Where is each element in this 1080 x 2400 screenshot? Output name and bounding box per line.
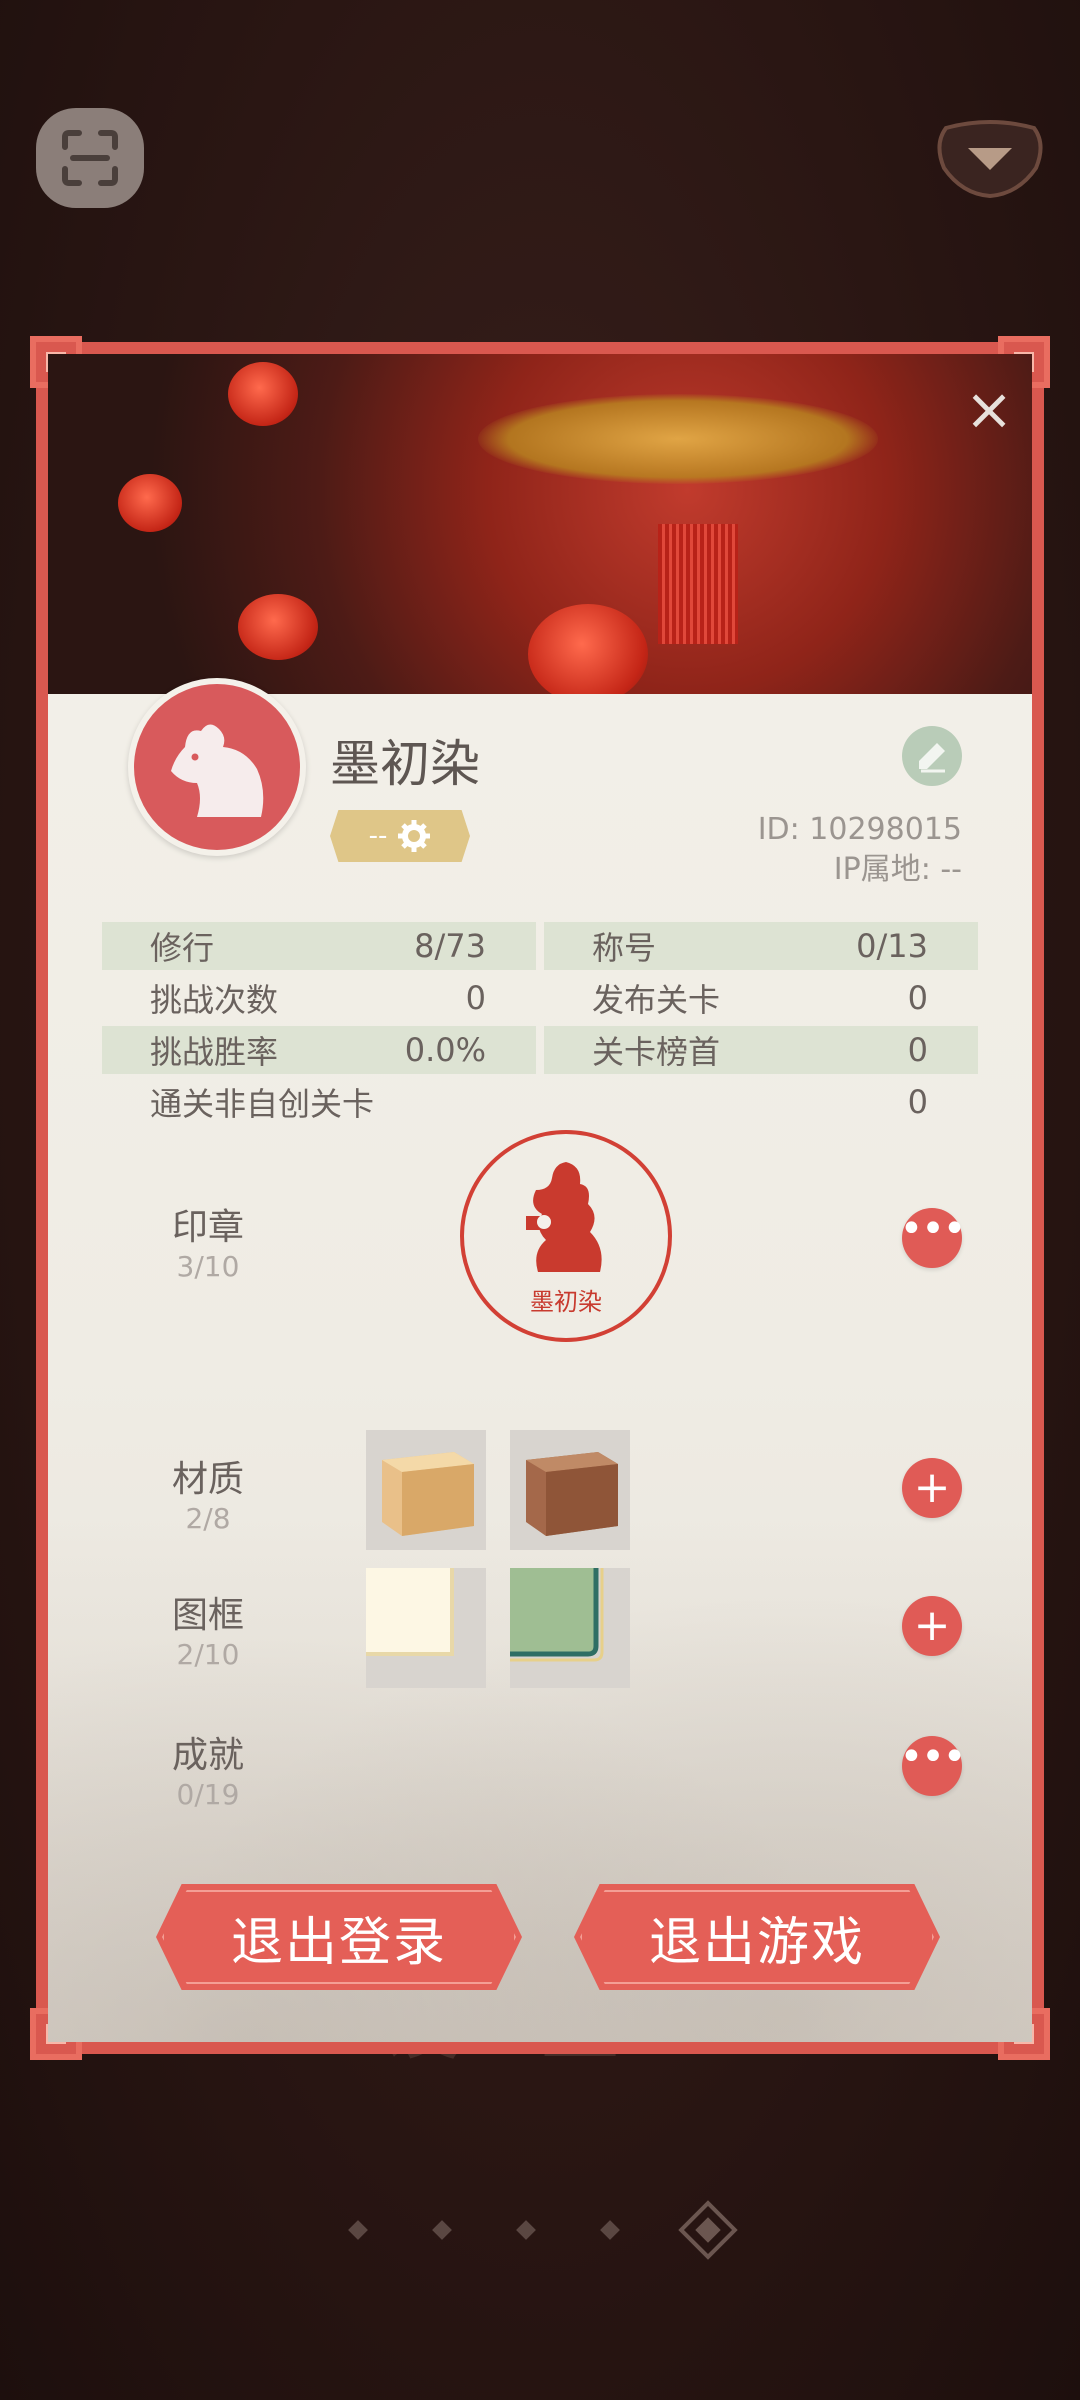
section-title: 图框 [171,1595,244,1636]
stat-value: 0 [465,979,486,1017]
seal-icon [526,1161,602,1272]
material-tile-dark-wood[interactable] [510,1430,630,1550]
stat-value: 0.0% [404,1031,486,1069]
seal-section-label: 印章 3/10 [158,1206,258,1284]
id-info: ID: 10298015 IP属地: -- [758,810,962,890]
more-icon: ••• [899,1206,967,1252]
section-count: 2/8 [185,1502,231,1535]
player-id: ID: 10298015 [757,812,962,847]
frame-add-button[interactable]: + [902,1596,962,1656]
pencil-icon [919,743,945,773]
stat-label: 关卡榜首 [592,1033,721,1071]
stat-label: 挑战次数 [150,981,279,1019]
section-count: 0/19 [176,1778,240,1811]
frame-green-icon [510,1568,604,1662]
scan-icon [62,130,118,186]
plus-icon: + [913,1600,951,1651]
title-badge[interactable]: -- [330,810,470,862]
dropdown-icon [937,120,1043,199]
section-title: 成就 [171,1735,244,1776]
section-count: 3/10 [176,1250,240,1283]
exit-game-button[interactable]: 退出游戏 [574,1884,940,1990]
page-indicator [0,2200,1080,2260]
gear-icon [398,820,431,852]
ip-location: IP属地: -- [833,852,962,887]
page-dot[interactable] [516,2220,536,2240]
stat-label: 通关非自创关卡 [150,1085,375,1123]
frame-cream-icon [366,1568,454,1656]
close-icon: × [964,375,1014,443]
stat-label: 称号 [592,929,657,967]
avatar[interactable] [128,678,306,856]
exit-game-label: 退出游戏 [648,1912,865,1973]
stat-value: 0/13 [856,927,928,965]
material-add-button[interactable]: + [902,1458,962,1518]
dropdown-button[interactable] [930,112,1050,202]
achievement-section-label: 成就 0/19 [158,1734,258,1812]
edit-profile-button[interactable] [902,726,962,786]
scan-button[interactable] [36,108,144,208]
stat-row: 通关非自创关卡 0 [102,1076,978,1128]
frame-tile-cream[interactable] [366,1568,486,1688]
wood-block-dark-icon [526,1452,618,1536]
close-button[interactable]: × [964,380,1014,438]
title-badge-text: -- [368,821,388,851]
achievement-more-button[interactable]: ••• [899,1734,967,1796]
page-dot-active[interactable] [678,2200,738,2260]
stat-row: 挑战次数 0 发布关卡 0 [102,972,978,1024]
page-dot[interactable] [348,2220,368,2240]
material-section-label: 材质 2/8 [158,1458,258,1536]
section-title: 材质 [171,1459,244,1500]
seal-item[interactable]: 墨初染 [460,1130,672,1342]
stat-label: 修行 [150,929,215,967]
profile-card: × 墨初染 -- ID: 10298015 IP属地: -- 修行 8/73 称… [48,354,1032,2042]
more-icon: ••• [899,1734,967,1780]
profile-dialog: × 墨初染 -- ID: 10298015 IP属地: -- 修行 8/73 称… [30,336,1050,2060]
wood-block-light-icon [382,1452,474,1536]
section-title: 印章 [171,1207,244,1248]
stat-value: 0 [907,1031,928,1069]
logout-label: 退出登录 [230,1912,447,1973]
page-dot[interactable] [432,2220,452,2240]
stat-label: 挑战胜率 [150,1033,279,1071]
plus-icon: + [913,1462,951,1513]
stat-row: 挑战胜率 0.0% 关卡榜首 0 [102,1024,978,1076]
frame-section-label: 图框 2/10 [158,1594,258,1672]
stat-label: 发布关卡 [592,981,721,1019]
rat-avatar-icon [171,724,264,817]
stat-value: 0 [907,1083,928,1121]
page-dot[interactable] [600,2220,620,2240]
player-name: 墨初染 [330,735,480,793]
stat-value: 8/73 [414,927,486,965]
logout-button[interactable]: 退出登录 [156,1884,522,1990]
material-tile-light-wood[interactable] [366,1430,486,1550]
seal-name: 墨初染 [530,1287,602,1316]
stats-table: 修行 8/73 称号 0/13 挑战次数 0 发布关卡 0 挑战胜率 0.0% 关卡榜首 0… [102,920,978,1128]
frame-tile-green[interactable] [510,1568,630,1688]
stat-row: 修行 8/73 称号 0/13 [102,920,978,972]
seal-more-button[interactable]: ••• [899,1206,967,1268]
stat-value: 0 [907,979,928,1017]
lantern-banner: × [48,354,1032,694]
section-count: 2/10 [176,1638,240,1671]
